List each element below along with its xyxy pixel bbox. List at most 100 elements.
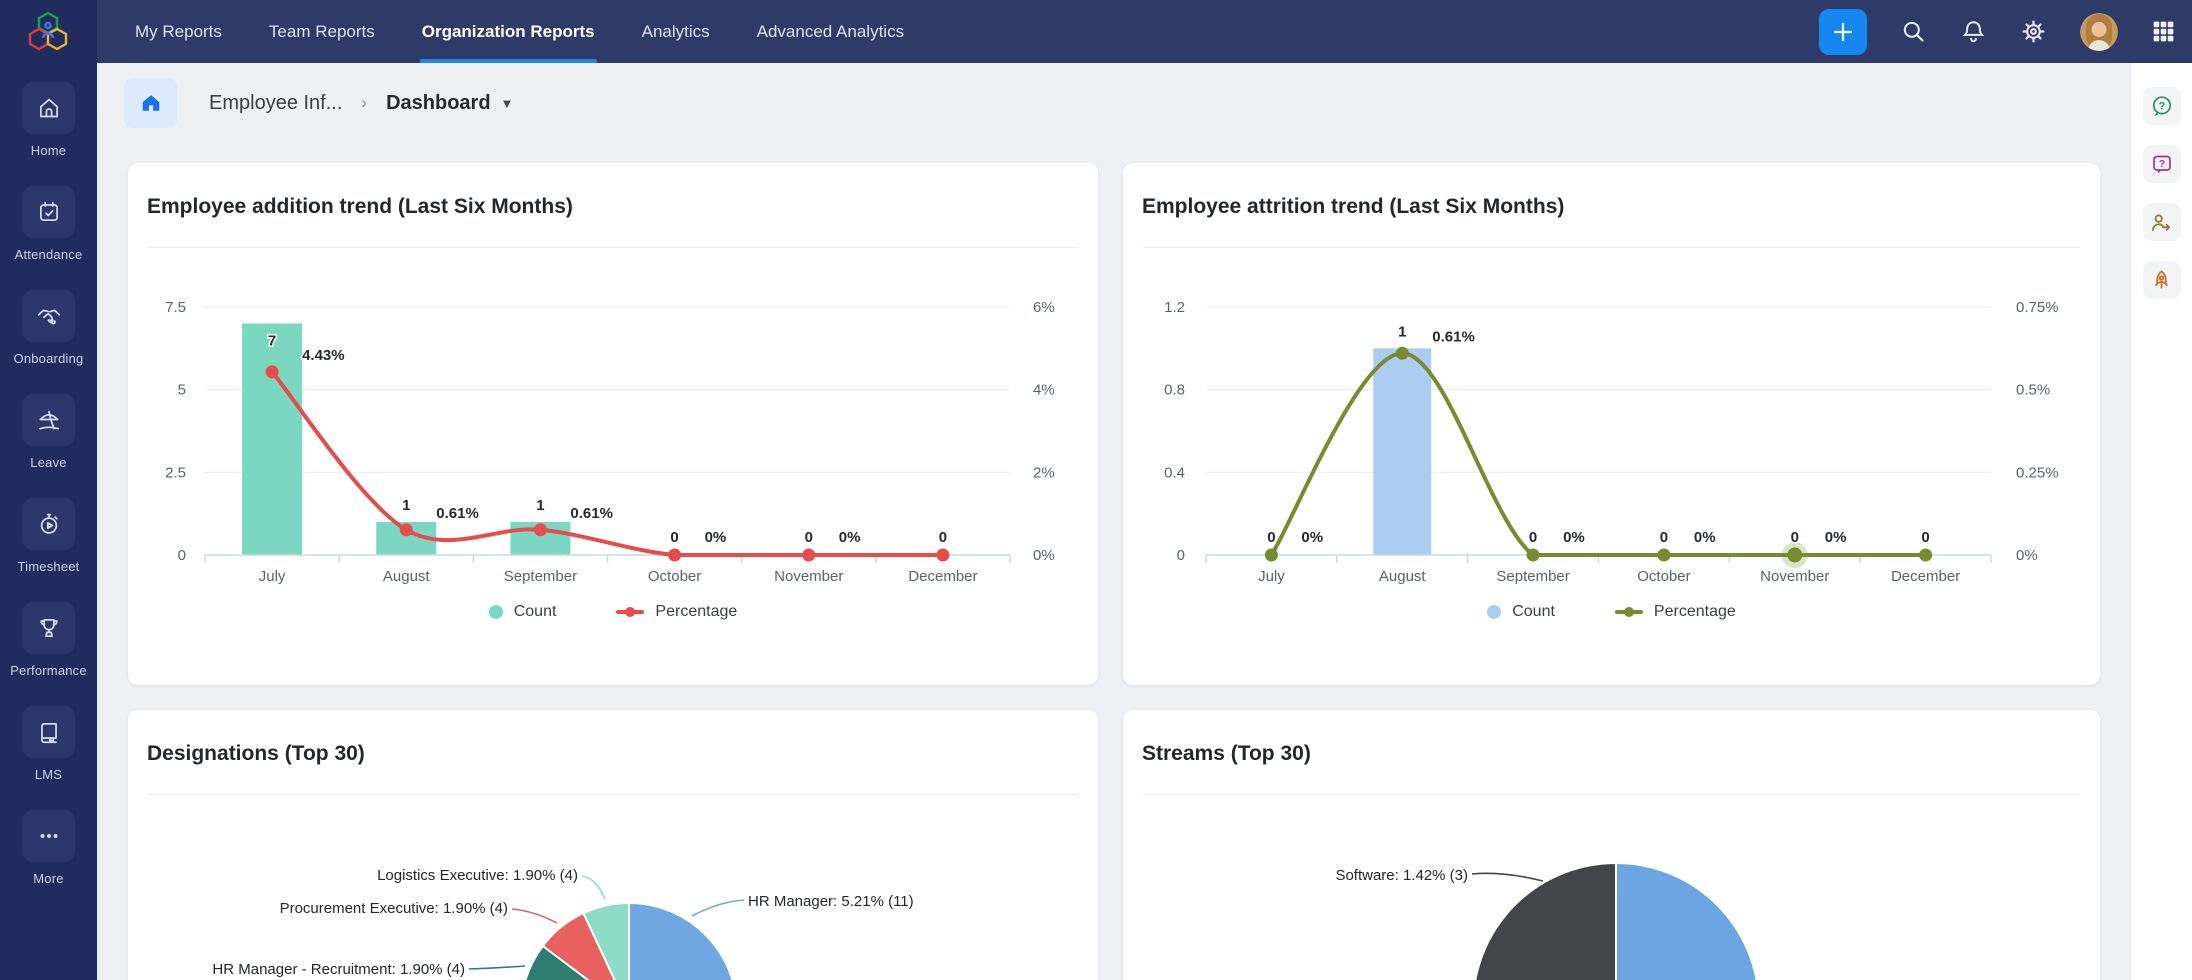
- card-employee-attrition-trend: Employee attrition trend (Last Six Month…: [1123, 163, 2100, 685]
- svg-text:2.5: 2.5: [165, 464, 186, 481]
- tab-analytics[interactable]: Analytics: [642, 0, 710, 63]
- legend-label: Count: [1512, 603, 1555, 621]
- streams-pie-chart[interactable]: Software: 1.42% (3): [1123, 710, 2100, 980]
- faq-button[interactable]: ?: [2143, 145, 2181, 183]
- svg-text:HR Manager - Recruitment: 1.90: HR Manager - Recruitment: 1.90% (4): [212, 961, 465, 978]
- whats-new-button[interactable]: [2143, 261, 2181, 299]
- svg-text:0: 0: [1660, 529, 1668, 546]
- svg-text:0%: 0%: [705, 529, 727, 546]
- sidebar-item-timesheet[interactable]: Timesheet: [0, 498, 97, 602]
- svg-text:0%: 0%: [1694, 529, 1716, 546]
- book-icon: [36, 719, 62, 745]
- svg-text:Procurement Executive: 1.90% (: Procurement Executive: 1.90% (4): [280, 900, 508, 917]
- sidebar-item-label: Attendance: [0, 247, 97, 262]
- search-icon[interactable]: [1900, 18, 1927, 45]
- sidebar-item-home[interactable]: Home: [0, 82, 97, 186]
- user-avatar[interactable]: [2080, 13, 2118, 51]
- sidebar-item-leave[interactable]: Leave: [0, 394, 97, 498]
- svg-text:2%: 2%: [1033, 464, 1055, 481]
- svg-text:Software: 1.42% (3): Software: 1.42% (3): [1335, 867, 1468, 884]
- tab-team-reports[interactable]: Team Reports: [269, 0, 375, 63]
- breadcrumb-module[interactable]: Employee Inf...: [209, 92, 342, 115]
- sidebar-item-more[interactable]: More: [0, 810, 97, 914]
- avatar-photo: [2080, 13, 2118, 51]
- svg-text:1: 1: [402, 497, 410, 514]
- help-chat-button[interactable]: ?: [2143, 87, 2181, 125]
- legend-marker: [489, 605, 503, 619]
- svg-text:0.61%: 0.61%: [436, 505, 479, 522]
- designations-pie-chart[interactable]: HR Manager: 5.21% (11)Logistics Executiv…: [128, 710, 1098, 980]
- svg-text:0: 0: [670, 529, 678, 546]
- left-sidebar: Home Attendance Onboarding Leave: [0, 0, 97, 980]
- attendance-calendar-icon: [36, 199, 62, 225]
- topbar-actions: [1819, 9, 2176, 55]
- apps-grid-icon[interactable]: [2151, 19, 2176, 44]
- svg-text:4.43%: 4.43%: [302, 347, 345, 364]
- trophy-icon: [36, 615, 62, 641]
- tab-organization-reports[interactable]: Organization Reports: [422, 0, 595, 63]
- legend-label: Percentage: [1654, 603, 1736, 621]
- card-employee-addition-trend: Employee addition trend (Last Six Months…: [128, 163, 1098, 685]
- svg-text:August: August: [1379, 568, 1427, 585]
- svg-text:7: 7: [268, 333, 276, 350]
- sidebar-item-onboarding[interactable]: Onboarding: [0, 290, 97, 394]
- dashboard-dropdown-caret-icon[interactable]: ▼: [501, 96, 514, 111]
- svg-text:HR Manager: 5.21% (11): HR Manager: 5.21% (11): [748, 893, 914, 910]
- legend-item-percentage[interactable]: Percentage: [616, 603, 737, 621]
- referral-button[interactable]: [2143, 203, 2181, 241]
- svg-text:0%: 0%: [839, 529, 861, 546]
- zoho-people-logo[interactable]: [17, 7, 79, 59]
- svg-text:0.61%: 0.61%: [570, 505, 613, 522]
- svg-text:November: November: [1760, 568, 1829, 585]
- svg-text:November: November: [774, 568, 843, 585]
- sidebar-item-lms[interactable]: LMS: [0, 706, 97, 810]
- add-button[interactable]: [1819, 9, 1867, 55]
- rocket-icon: [2149, 268, 2174, 293]
- sidebar-item-performance[interactable]: Performance: [0, 602, 97, 706]
- svg-text:6%: 6%: [1033, 299, 1055, 316]
- svg-text:July: July: [259, 568, 286, 585]
- svg-text:0%: 0%: [1563, 529, 1585, 546]
- svg-text:0: 0: [939, 529, 947, 546]
- top-tabs: My Reports Team Reports Organization Rep…: [135, 0, 904, 63]
- svg-text:August: August: [383, 568, 431, 585]
- legend-label: Count: [514, 603, 557, 621]
- card-designations-top30: Designations (Top 30) HR Manager: 5.21% …: [128, 710, 1098, 980]
- gear-icon[interactable]: [2020, 18, 2047, 45]
- svg-text:0.5%: 0.5%: [2016, 382, 2050, 399]
- svg-text:0: 0: [1921, 529, 1929, 546]
- stopwatch-icon: [36, 511, 62, 537]
- sidebar-item-label: Home: [0, 143, 97, 158]
- legend-item-count[interactable]: Count: [1487, 603, 1555, 621]
- plus-icon: [1832, 21, 1854, 43]
- main-content: Employee Inf... › Dashboard ▼ Employee a…: [97, 63, 2130, 980]
- logo-hexagons-icon: [17, 7, 79, 59]
- svg-text:December: December: [1891, 568, 1960, 585]
- tab-advanced-analytics[interactable]: Advanced Analytics: [757, 0, 904, 63]
- svg-text:?: ?: [2158, 100, 2165, 112]
- top-navigation-bar: My Reports Team Reports Organization Rep…: [97, 0, 2192, 63]
- sidebar-item-attendance[interactable]: Attendance: [0, 186, 97, 290]
- svg-text:0: 0: [178, 547, 186, 564]
- breadcrumb-page[interactable]: Dashboard: [386, 92, 490, 115]
- svg-text:0%: 0%: [2016, 547, 2038, 564]
- svg-text:October: October: [1637, 568, 1690, 585]
- svg-text:0: 0: [1791, 529, 1799, 546]
- svg-text:5: 5: [178, 382, 186, 399]
- legend-item-percentage[interactable]: Percentage: [1615, 603, 1736, 621]
- breadcrumb-home-button[interactable]: [124, 78, 177, 128]
- sidebar-item-label: Leave: [0, 455, 97, 470]
- tab-my-reports[interactable]: My Reports: [135, 0, 222, 63]
- svg-text:0: 0: [1529, 529, 1537, 546]
- svg-text:1.2: 1.2: [1164, 299, 1185, 316]
- bell-icon[interactable]: [1960, 18, 1987, 45]
- svg-text:September: September: [504, 568, 577, 585]
- sidebar-nav: Home Attendance Onboarding Leave: [0, 82, 97, 914]
- app-root: Home Attendance Onboarding Leave: [0, 0, 2192, 980]
- svg-text:July: July: [1258, 568, 1285, 585]
- legend-item-count[interactable]: Count: [489, 603, 557, 621]
- ellipsis-icon: [36, 823, 62, 849]
- breadcrumb-chevron-icon: ›: [361, 93, 367, 113]
- svg-text:0: 0: [1177, 547, 1185, 564]
- svg-text:0.75%: 0.75%: [2016, 299, 2059, 316]
